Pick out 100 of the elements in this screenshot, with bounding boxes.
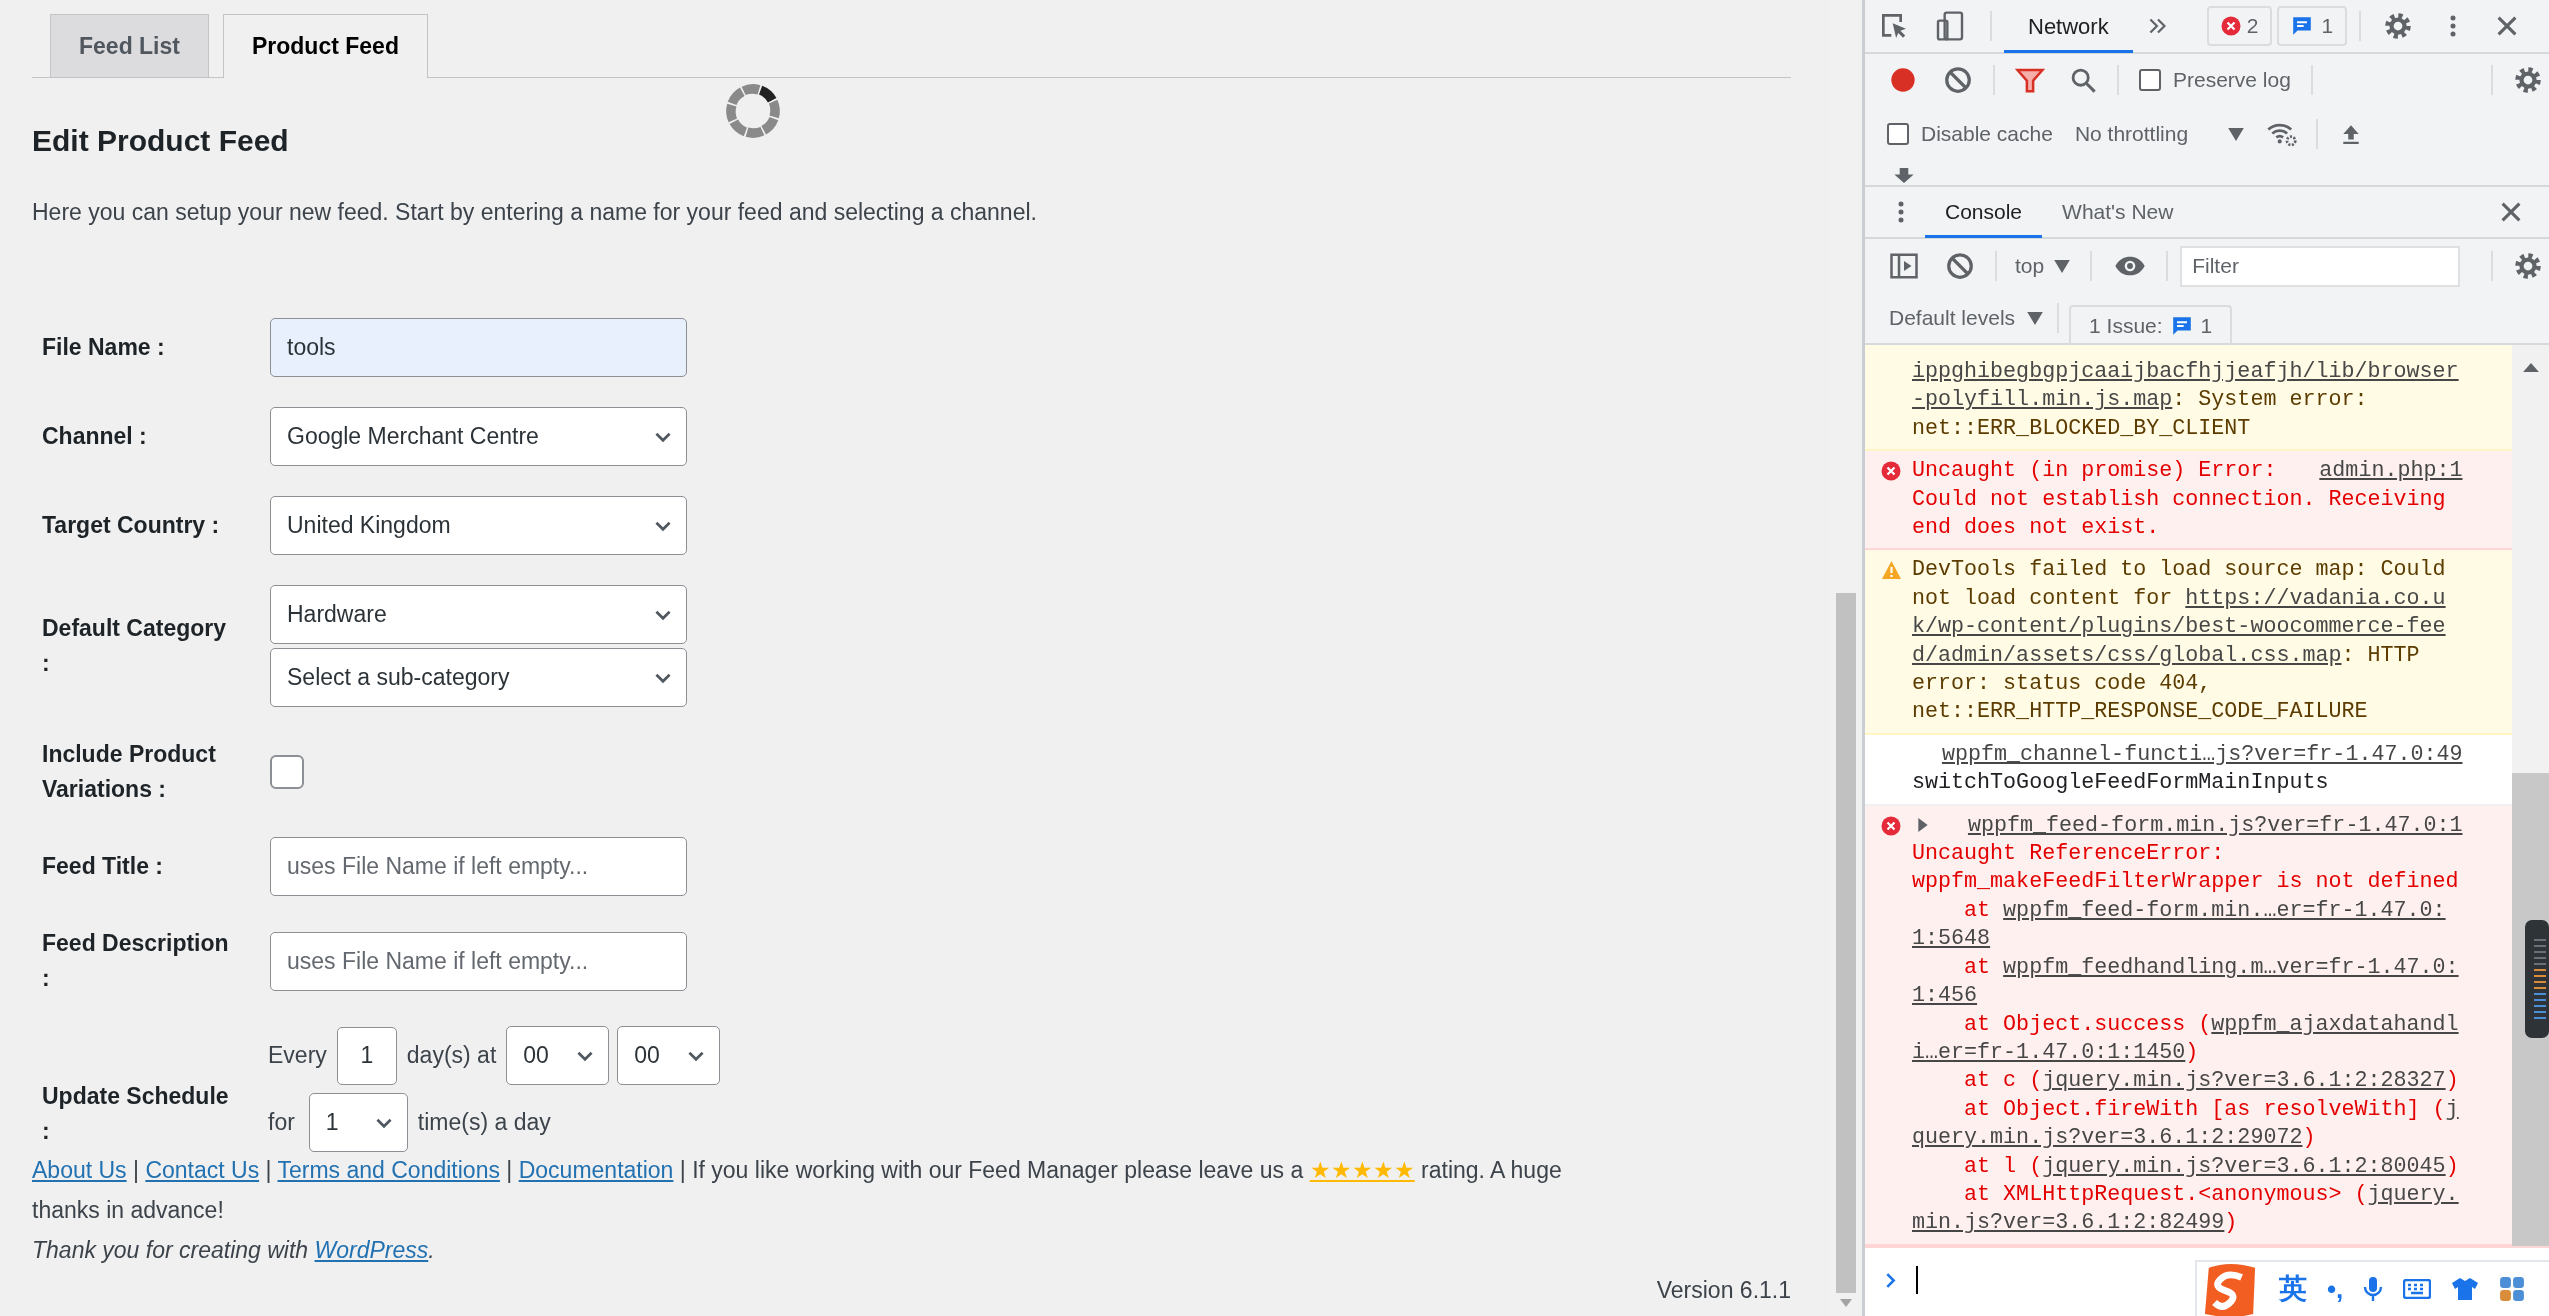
error-count-button[interactable]: 2 — [2206, 6, 2273, 46]
number-field[interactable]: 1 — [336, 1026, 397, 1085]
text-cursor — [1916, 1266, 1918, 1294]
caret-icon — [2228, 127, 2245, 141]
console-message: wppfm_feed-form.min.js?ver=fr-1.47.0:1 Uncaught ReferenceError: wppfm_makeFeedFilterWrapper is not defined at wppfm_feed-form.min.…er=fr-1.47.0: 1:5648 at wppfm_feedhandling.m…ver=fr-1.47.0: 1:456 at Object.success (wppfm_ajaxdatahandl i…er=fr-1.47.0:1:1450) at c (jquery.min.js?ver=3.6.1:2:28327) at Object.fireWith [as resolveWith] (j query.min.js?ver=3.6.1:2:29072) at l (jquery.min.js?ver=3.6.1:2:80045) at XMLHttpRequest.<anonymous> (jquery. min.js?ver=3.6.1:2:82499) — [1912, 811, 2463, 1238]
source-link[interactable]: wppfm_channel-functi…js?ver=fr-1.47.0:49 — [1941, 740, 2463, 770]
clear-icon[interactable] — [1943, 65, 1973, 95]
source-link[interactable]: d/admin/assets/css/global.css.map — [1912, 642, 2342, 668]
checkbox-label[interactable]: Preserve log — [2173, 64, 2291, 96]
field-label: Target Country : — [42, 511, 221, 540]
settings-icon[interactable] — [2513, 65, 2543, 95]
source-link[interactable]: 1:5648 — [1912, 926, 1991, 952]
source-link[interactable]: https://vadania.co.u — [2185, 585, 2446, 611]
source-link[interactable]: min.js?ver=3.6.1:2:82499 — [1912, 1210, 2225, 1236]
field-label: Channel : — [42, 422, 148, 451]
keyboard-icon[interactable] — [2403, 1279, 2432, 1299]
source-link[interactable]: wppfm_ajaxdatahandl — [2211, 1011, 2459, 1037]
source-link[interactable]: k/wp-content/plugins/best-woocommerce-fee — [1912, 614, 2446, 640]
source-link[interactable]: jquery.min.js?ver=3.6.1:2:28327 — [2042, 1068, 2446, 1094]
footer-link[interactable]: WordPress — [314, 1237, 429, 1263]
tab[interactable]: Product Feed — [222, 14, 428, 78]
credit-text: Thank you for creating with WordPress. — [32, 1236, 436, 1265]
scrollbar[interactable] — [2512, 345, 2549, 1246]
error-icon — [1881, 461, 1901, 482]
dropdown[interactable]: Select a sub-category — [270, 648, 687, 707]
message-icon — [2291, 15, 2314, 37]
source-link[interactable]: j — [2445, 1096, 2459, 1122]
panel-tab[interactable]: Network — [2004, 0, 2133, 53]
message-count-button[interactable]: 1 — [2277, 6, 2348, 46]
source-link[interactable]: 1:456 — [1912, 983, 1978, 1009]
dropdown[interactable]: 00 — [617, 1026, 721, 1085]
search-icon[interactable] — [2069, 66, 2097, 94]
footer-link[interactable]: Documentation — [518, 1157, 674, 1183]
source-link[interactable]: -polyfill.min.js.map — [1912, 387, 2173, 413]
source-link[interactable]: jquery. — [2367, 1181, 2459, 1207]
dropdown[interactable]: United Kingdom — [270, 496, 687, 555]
console-message: wppfm_channel-functi…js?ver=fr-1.47.0:49 switchToGoogleFeedFormMainInputs — [1912, 740, 2463, 798]
dropdown[interactable]: Google Merchant Centre — [270, 407, 687, 466]
scrollbar-thumb[interactable] — [2512, 773, 2549, 915]
source-link[interactable]: ippghibegbgpjcaaijbacfhjjeafjh/lib/browser — [1912, 359, 2459, 384]
footer-link[interactable]: About Us — [32, 1157, 127, 1183]
log-levels-dropdown[interactable]: Default levels — [1889, 302, 2044, 334]
footer-link[interactable]: Contact Us — [145, 1157, 260, 1183]
checkbox[interactable] — [270, 755, 304, 789]
tab[interactable]: Feed List — [50, 14, 209, 77]
footer-link[interactable]: Terms and Conditions — [277, 1157, 500, 1183]
sidebar-toggle-icon[interactable] — [1889, 251, 1919, 281]
apps-grid-icon[interactable] — [2499, 1276, 2526, 1302]
context-dropdown[interactable]: top — [2015, 250, 2071, 282]
warning-icon — [1881, 560, 1902, 581]
schedule-text: for — [268, 1108, 295, 1138]
schedule-text: day(s) at — [406, 1041, 497, 1071]
drawer-tab[interactable]: What's New — [2042, 186, 2194, 238]
page-heading: Edit Product Feed — [32, 123, 290, 159]
settings-icon[interactable] — [2513, 251, 2543, 281]
footer-text: About Us | Contact Us | Terms and Conditions | Documentation | If you like working with our Feed Manager please leave us a ★★★★★ rating. A huge thanks in advance! — [32, 1156, 1563, 1225]
text-field[interactable]: uses File Name if left empty... — [270, 931, 687, 991]
device-toolbar-icon[interactable] — [1934, 10, 1966, 42]
schedule-text: Every — [268, 1041, 327, 1071]
input-mode-toggle[interactable]: 英 — [2279, 1268, 2307, 1310]
source-link[interactable]: wppfm_feed-form.min.js?ver=fr-1.47.0:1 — [1967, 811, 2463, 841]
punctuation-toggle[interactable]: •, — [2327, 1269, 2344, 1309]
field-label: Default Category : — [42, 614, 228, 678]
error-icon — [2220, 16, 2241, 36]
expand-arrow-icon[interactable] — [1916, 817, 1930, 832]
source-link[interactable]: wppfm_feed-form.min.…er=fr-1.47.0: — [2003, 897, 2446, 923]
record-icon[interactable] — [1889, 66, 1917, 94]
drawer-tab[interactable]: Console — [1925, 186, 2043, 238]
eye-icon[interactable] — [2114, 255, 2147, 277]
clear-icon[interactable] — [1945, 251, 1975, 281]
dropdown[interactable]: 1 — [308, 1093, 408, 1152]
settings-icon[interactable] — [2383, 11, 2414, 41]
message-icon — [2170, 315, 2193, 337]
checkbox[interactable] — [1887, 123, 1909, 145]
field-label: Update Schedule : — [42, 1082, 230, 1146]
scrollbar-thumb[interactable] — [1836, 593, 1856, 1293]
version-text: Version 6.1.1 — [1655, 1276, 1791, 1305]
field-label: Feed Description : — [42, 929, 230, 993]
dropdown[interactable]: Hardware — [270, 585, 687, 644]
source-link[interactable]: i…er=fr-1.47.0:1:1450 — [1912, 1039, 2186, 1065]
text-field[interactable]: tools — [270, 318, 687, 377]
console-message: Uncaught (in promise) Error: admin.php:1 Could not establish connection. Receiving end does not exist. — [1912, 457, 2463, 543]
checkbox-label[interactable]: Disable cache — [1921, 118, 2053, 150]
filter-field[interactable]: Filter — [2180, 245, 2461, 287]
issues-count: 1 — [2200, 313, 2213, 340]
source-link[interactable]: jquery.min.js?ver=3.6.1:2:80045 — [2042, 1153, 2446, 1179]
field-label: Feed Title : — [42, 852, 164, 881]
microphone-icon[interactable] — [2363, 1276, 2384, 1302]
dropdown[interactable]: 00 — [506, 1026, 610, 1085]
throttling-dropdown[interactable]: No throttling — [2074, 118, 2245, 150]
shirt-icon[interactable] — [2451, 1277, 2480, 1301]
issues-label: 1 Issue: — [2089, 313, 2163, 340]
source-link[interactable]: query.min.js?ver=3.6.1:2:29072 — [1912, 1125, 2303, 1151]
checkbox[interactable] — [2139, 69, 2161, 91]
source-link[interactable]: wppfm_feedhandling.m…ver=fr-1.47.0: — [2003, 954, 2459, 980]
scroll-up-icon[interactable] — [2522, 363, 2539, 372]
text-field[interactable]: uses File Name if left empty... — [270, 837, 687, 896]
download-icon[interactable] — [1893, 168, 1915, 183]
close-icon[interactable] — [2499, 200, 2523, 224]
source-link[interactable]: admin.php:1 — [2319, 457, 2463, 486]
